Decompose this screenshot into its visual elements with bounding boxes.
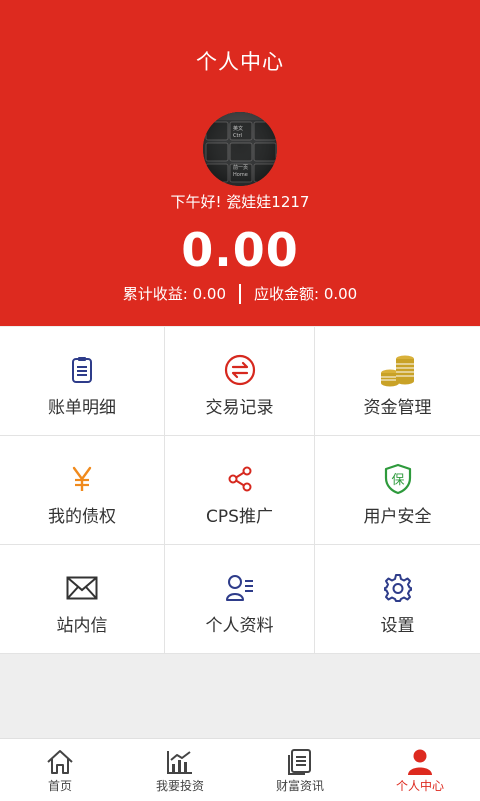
menu-item-transaction-records[interactable]: 交易记录: [165, 327, 315, 436]
menu-item-my-creditor-rights[interactable]: 我的债权: [0, 436, 165, 545]
menu-item-personal-info[interactable]: 个人资料: [165, 545, 315, 654]
mail-icon: [62, 571, 102, 605]
menu-item-label: 我的债权: [48, 507, 116, 527]
nav-label: 首页: [47, 779, 72, 793]
profile-card-icon: [220, 571, 260, 605]
document-icon: [285, 747, 315, 777]
coins-icon: [378, 353, 418, 387]
nav-label: 我要投资: [155, 779, 204, 793]
home-icon: [45, 747, 75, 777]
nav-item-home[interactable]: 首页: [0, 739, 120, 801]
menu-item-user-security[interactable]: 保 用户安全: [315, 436, 480, 545]
yen-icon: [62, 462, 102, 496]
accumulated-income: 累计收益: 0.00: [122, 285, 226, 303]
receivable-amount: 应收金额: 0.00: [254, 285, 358, 303]
menu-item-label: 资金管理: [363, 398, 432, 418]
avatar-keyboard-photo: 英文 Ctrl 前一页 Home: [203, 112, 277, 186]
nav-item-personal-center[interactable]: 个人中心: [360, 739, 480, 801]
person-icon: [405, 747, 435, 777]
page-title: 个人中心: [196, 50, 284, 74]
greeting-text: 下午好! 瓷娃娃1217: [170, 193, 310, 211]
avatar[interactable]: 英文 Ctrl 前一页 Home: [203, 112, 277, 186]
nav-item-wealth-news[interactable]: 财富资讯: [240, 739, 360, 801]
menu-item-settings[interactable]: 设置: [315, 545, 480, 654]
menu-item-label: CPS推广: [206, 507, 273, 527]
stats-divider: [239, 283, 241, 304]
share-icon: [220, 462, 260, 496]
menu-item-label: 用户安全: [363, 507, 432, 527]
menu-item-fund-management[interactable]: 资金管理: [315, 327, 480, 436]
security-shield-icon: 保: [378, 462, 418, 496]
nav-item-invest[interactable]: 我要投资: [120, 739, 240, 801]
bill-list-icon: [62, 353, 102, 387]
shield-text: 保: [391, 473, 404, 488]
gear-icon: [378, 571, 418, 605]
menu-item-bill-details[interactable]: 账单明细: [0, 327, 165, 436]
chart-icon: [165, 747, 195, 777]
menu-item-label: 站内信: [56, 616, 108, 636]
menu-item-label: 账单明细: [48, 398, 116, 418]
profile-header: 个人中心 英文 Ctrl 前一页 Home 下午好! 瓷娃娃1217 0.00 …: [0, 0, 480, 326]
menu-item-label: 交易记录: [205, 398, 274, 418]
menu-item-cps-promotion[interactable]: CPS推广: [165, 436, 315, 545]
menu-item-label: 设置: [380, 616, 415, 636]
balance-amount: 0.00: [181, 223, 299, 277]
menu-item-inbox[interactable]: 站内信: [0, 545, 165, 654]
menu-item-label: 个人资料: [205, 616, 274, 636]
nav-label: 个人中心: [395, 779, 444, 793]
nav-label: 财富资讯: [275, 779, 324, 793]
income-stats: 累计收益: 0.00 应收金额: 0.00: [0, 283, 480, 304]
function-grid: 账单明细 交易记录 资金管理 我的债权 CPS推广 保 用户安全 站内信 个人资…: [0, 327, 480, 654]
bottom-nav: 首页 我要投资 财富资讯 个人中心: [0, 738, 480, 801]
exchange-icon: [220, 353, 260, 387]
